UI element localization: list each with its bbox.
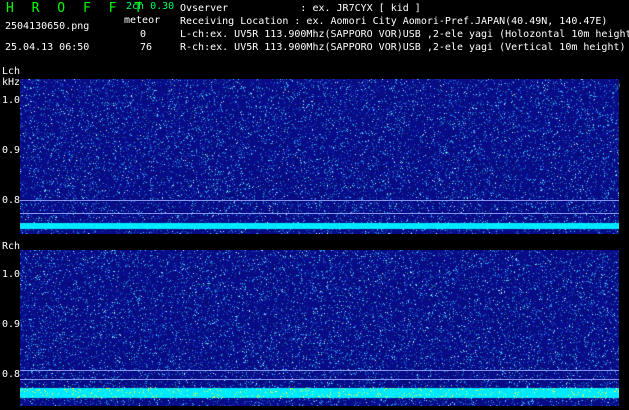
location-info: Receiving Location : ex. Aomori City Aom… <box>180 16 608 27</box>
lch-ref-line <box>20 200 619 201</box>
rch-ref-line <box>20 379 619 380</box>
lch-unit: kHz <box>2 77 21 88</box>
lch-freq-tick: 1.0 <box>2 95 21 106</box>
lch-freq-tick: 0.8 <box>2 195 21 206</box>
lch-count: 0 <box>140 29 147 40</box>
lch-freq-tick: 0.9 <box>2 145 21 156</box>
lch-ref-line <box>20 213 619 214</box>
rch-label: Rch <box>2 241 21 252</box>
hroffft-window: H R O F F T 2ch 0.30 meteor 2504130650.p… <box>0 0 629 410</box>
observer-info: Ovserver : ex. JR7CYX [ kid ] <box>180 3 421 14</box>
datetime: 25.04.13 06:50 <box>5 42 90 53</box>
rch-ref-line <box>20 370 619 371</box>
mode-label: 2ch 0.30 <box>126 1 175 12</box>
rch-freq-tick: 0.9 <box>2 319 21 330</box>
rch-info: R-ch:ex. UV5R 113.900Mhz(SAPPORO VOR)USB… <box>180 42 626 53</box>
lch-info: L-ch:ex. UV5R 113.900Mhz(SAPPORO VOR)USB… <box>180 29 629 40</box>
rch-freq-tick: 1.0 <box>2 269 21 280</box>
rch-spectrogram <box>20 250 619 406</box>
file-name: 2504130650.png <box>5 21 90 32</box>
lch-label: Lch <box>2 66 21 77</box>
rch-count: 76 <box>140 42 153 53</box>
rch-freq-tick: 0.8 <box>2 369 21 380</box>
lch-spectrogram <box>20 79 619 234</box>
type-label: meteor <box>124 15 161 26</box>
